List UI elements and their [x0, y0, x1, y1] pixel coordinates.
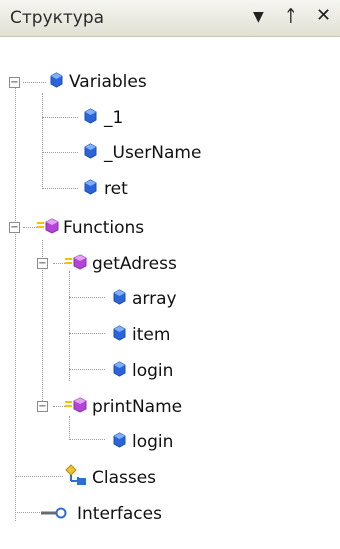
- tree-node-param-login[interactable]: login: [0, 428, 260, 454]
- function-icon: [65, 254, 87, 270]
- variable-icon: [113, 325, 126, 341]
- panel-title: Структура: [10, 8, 105, 28]
- tree-label: Interfaces: [77, 504, 162, 524]
- variable-icon: [50, 72, 63, 88]
- collapse-toggle[interactable]: −: [9, 222, 20, 233]
- dropdown-icon[interactable]: ▼: [253, 9, 264, 25]
- tree-label: Functions: [63, 218, 145, 238]
- tree-label: _1: [104, 108, 124, 128]
- panel-header: Структура ▼ ᛏ ✕: [0, 0, 340, 37]
- variable-icon: [84, 108, 97, 124]
- tree-node-variable-1[interactable]: _1: [0, 104, 220, 130]
- tree-node-interfaces[interactable]: Interfaces: [0, 500, 220, 526]
- tree-label: ret: [104, 179, 128, 199]
- class-icon: [65, 464, 86, 485]
- tree-node-classes[interactable]: Classes: [0, 464, 220, 490]
- collapse-toggle[interactable]: −: [37, 258, 48, 269]
- variable-icon: [84, 179, 97, 195]
- tree-label: printName: [92, 397, 183, 417]
- tree-label: Variables: [69, 72, 147, 92]
- tree-node-functions[interactable]: − Functions: [0, 214, 220, 240]
- variable-icon: [84, 143, 97, 159]
- interface-icon: [41, 507, 67, 519]
- tree-node-param-item[interactable]: item: [0, 321, 260, 347]
- tree-node-param-login[interactable]: login: [0, 357, 260, 383]
- tree-node-variable-ret[interactable]: ret: [0, 175, 220, 201]
- pin-icon[interactable]: ᛏ: [286, 6, 296, 25]
- structure-tree: − Variables _1 _UserName ret − Functions…: [0, 37, 340, 549]
- tree-label: login: [132, 432, 174, 452]
- tree-label: array: [132, 289, 177, 309]
- function-icon: [37, 218, 59, 234]
- tree-label: item: [132, 325, 171, 345]
- collapse-toggle[interactable]: −: [9, 77, 20, 88]
- variable-icon: [113, 289, 126, 305]
- structure-panel: Структура ▼ ᛏ ✕ − Variables _1 _UserName…: [0, 0, 340, 549]
- tree-label: Classes: [92, 468, 157, 488]
- close-icon[interactable]: ✕: [316, 5, 331, 26]
- tree-label: _UserName: [104, 143, 202, 163]
- tree-node-function-printname[interactable]: − printName: [0, 393, 260, 419]
- tree-node-function-getadress[interactable]: − getAdress: [0, 250, 260, 276]
- collapse-toggle[interactable]: −: [37, 401, 48, 412]
- tree-node-variable-username[interactable]: _UserName: [0, 139, 260, 165]
- function-icon: [65, 397, 87, 413]
- variable-icon: [113, 432, 126, 448]
- tree-node-param-array[interactable]: array: [0, 285, 260, 311]
- tree-node-variables[interactable]: − Variables: [0, 68, 220, 94]
- tree-label: getAdress: [92, 254, 177, 274]
- variable-icon: [113, 361, 126, 377]
- tree-label: login: [132, 361, 174, 381]
